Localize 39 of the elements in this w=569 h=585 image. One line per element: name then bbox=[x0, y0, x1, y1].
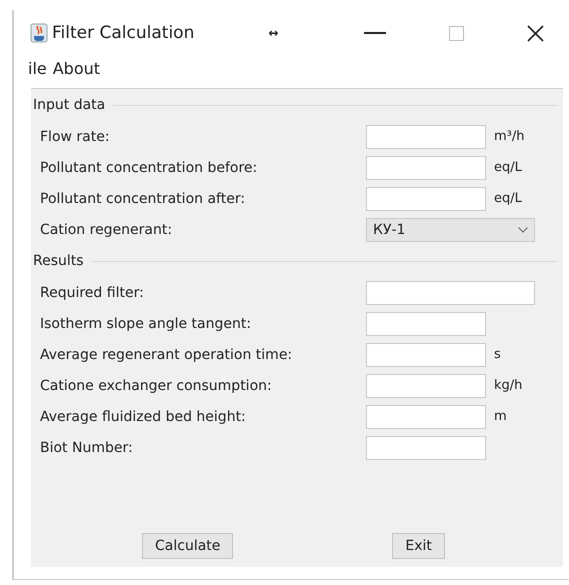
unit-label: kg/h bbox=[494, 378, 522, 393]
field-label: Biot Number: bbox=[40, 440, 134, 456]
close-icon[interactable] bbox=[527, 24, 544, 42]
unit-label: m bbox=[494, 409, 507, 424]
chevron-down-icon bbox=[518, 226, 528, 232]
input-field[interactable] bbox=[366, 404, 486, 428]
section-title: Results bbox=[33, 253, 84, 269]
resize-marker: ↔ bbox=[268, 26, 278, 40]
unit-label: m³/h bbox=[494, 129, 524, 144]
input-field[interactable] bbox=[366, 186, 486, 210]
input-field[interactable] bbox=[366, 312, 486, 336]
menu-item[interactable]: ile bbox=[28, 58, 47, 78]
minimize-icon[interactable] bbox=[364, 32, 386, 34]
action-button[interactable]: Exit bbox=[392, 533, 445, 559]
coffee-cup-icon bbox=[30, 23, 48, 43]
window-title: Filter Calculation bbox=[52, 23, 194, 43]
field-label: Pollutant concentration before: bbox=[40, 160, 258, 176]
input-field[interactable] bbox=[366, 436, 486, 460]
input-field[interactable] bbox=[366, 124, 486, 148]
field-label: Required filter: bbox=[40, 284, 145, 300]
unit-label: s bbox=[494, 347, 501, 362]
field-label: Average regenerant operation time: bbox=[40, 346, 294, 362]
unit-label: eq/L bbox=[494, 160, 522, 175]
input-field[interactable] bbox=[366, 156, 486, 180]
menu-item[interactable]: About bbox=[52, 58, 100, 78]
field-label: Cation regenerant: bbox=[40, 222, 174, 238]
input-field[interactable] bbox=[366, 280, 535, 304]
input-field[interactable] bbox=[366, 342, 486, 366]
dropdown[interactable]: КУ-1 bbox=[366, 218, 535, 242]
field-label: Pollutant concentration after: bbox=[40, 190, 246, 206]
input-field[interactable] bbox=[366, 374, 486, 398]
maximize-icon[interactable] bbox=[449, 26, 464, 40]
field-label: Catione exchanger consumption: bbox=[40, 378, 273, 394]
unit-label: eq/L bbox=[494, 191, 522, 206]
field-label: Isotherm slope angle tangent: bbox=[40, 316, 252, 332]
field-label: Average fluidized bed height: bbox=[40, 408, 247, 424]
section-title: Input data bbox=[33, 97, 106, 113]
field-label: Flow rate: bbox=[40, 128, 111, 144]
action-button[interactable]: Calculate bbox=[142, 533, 234, 559]
